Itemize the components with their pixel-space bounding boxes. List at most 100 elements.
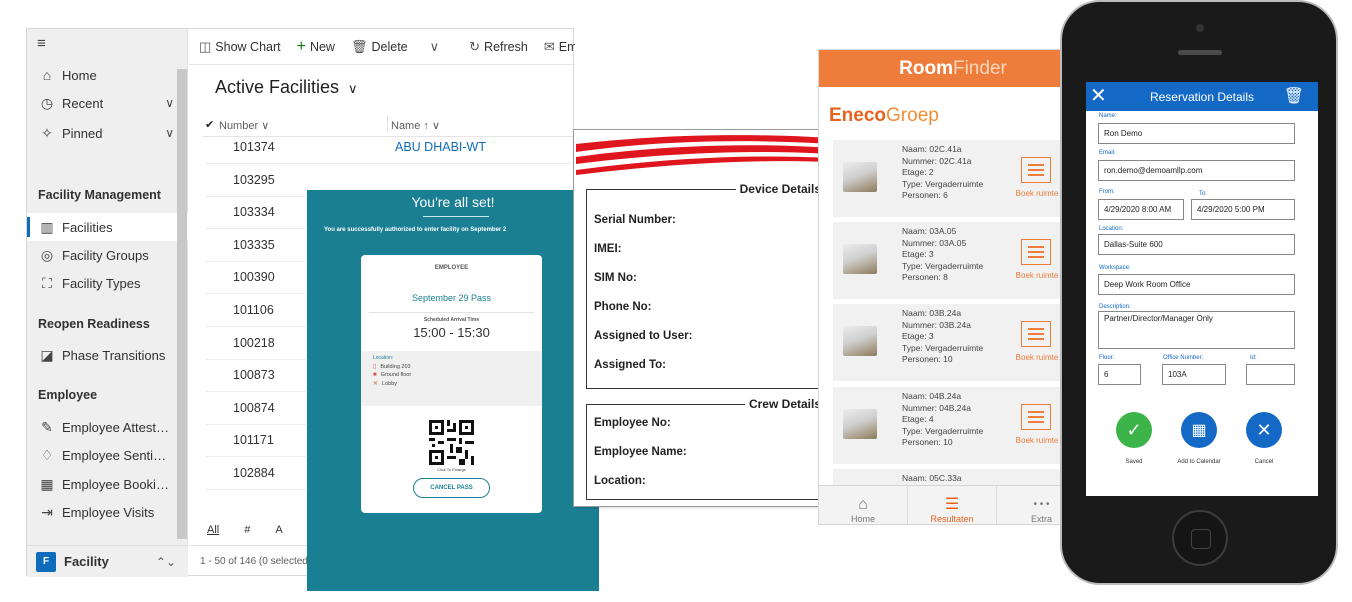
scheduled-arrival: Scheduled Arrival Time 15:00 - 15:30 [369, 312, 534, 348]
facility-number: 103295 [233, 172, 275, 187]
new-button[interactable]: + New [297, 38, 335, 56]
to-field[interactable]: 4/29/2020 5:00 PM [1191, 199, 1295, 220]
sidebar-item-home[interactable]: ⌂ Home [27, 61, 188, 89]
location-item: ✕ Lobby [373, 380, 542, 388]
saved-button[interactable]: ✓ [1116, 412, 1152, 448]
room-card[interactable]: Naam: 04B.24a Nummer: 04B.24a Etage: 4 Type… [833, 387, 1085, 464]
room-personen: Personen: 10 [902, 437, 953, 447]
thumbs-up-icon: ♢ [40, 446, 54, 463]
button-label: Show Chart [215, 39, 281, 54]
company-name-a: Eneco [829, 105, 887, 126]
jump-hash[interactable]: # [244, 524, 250, 536]
sidebar-item-employee-attestations[interactable]: ✎ Employee Attestat... [27, 413, 188, 441]
delete-button[interactable]: 🗑 Delete [351, 39, 408, 55]
attest-icon: ✎ [41, 418, 53, 435]
clock-icon: ◷ [40, 94, 54, 111]
click-to-enlarge-hint: Click To Enlarge [437, 467, 466, 472]
table-row[interactable]: 101374 ABU DHABI-WT [205, 131, 575, 164]
header-swoosh [576, 135, 830, 175]
select-all-checkbox[interactable]: ✔ [205, 118, 214, 131]
hamburger-menu-icon[interactable]: ≡ [37, 35, 46, 52]
sidebar-item-facility-types[interactable]: ⛶ Facility Types [27, 269, 188, 297]
room-thumbnail [843, 326, 877, 356]
cancel-pass-button[interactable]: CANCEL PASS [413, 478, 490, 498]
jump-a[interactable]: A [275, 524, 282, 536]
record-count: 1 - 50 of 146 (0 selected) [200, 556, 312, 567]
workspace-field[interactable]: Deep Work Room Office [1098, 274, 1295, 295]
phone-frame: ✕ Reservation Details 🗑 Name: Ron Demo E… [1060, 0, 1338, 585]
tab-resultaten[interactable]: ☰ Resultaten [908, 486, 997, 524]
sidebar-item-label: Home [62, 67, 97, 83]
bottom-tab-bar: ⌂ Home ☰ Resultaten • • • Extra [819, 485, 1085, 524]
pass-subtitle: You are successfully authorized to enter… [324, 227, 507, 233]
chevron-down-icon[interactable]: ∨ [165, 96, 174, 110]
scheduled-label: Scheduled Arrival Time [423, 317, 480, 323]
sidebar-item-phase-transitions[interactable]: ◪ Phase Transitions [27, 341, 188, 369]
chevron-down-icon: ∨ [429, 38, 440, 54]
sidebar-item-recent[interactable]: ◷ Recent ∨ [27, 89, 188, 117]
location-text: Building 203 [380, 363, 411, 370]
home-button[interactable] [1172, 510, 1228, 566]
divider [423, 216, 489, 217]
book-room-icon[interactable] [1021, 321, 1051, 347]
sidebar-item-label: Employee Sentime... [62, 447, 174, 463]
room-card[interactable]: Naam: 03A.05 Nummer: 03A.05 Etage: 3 Type: … [833, 222, 1085, 299]
up-down-chevron-icon[interactable]: ⌃⌄ [156, 555, 176, 569]
from-field[interactable]: 4/29/2020 8:00 AM [1098, 199, 1184, 220]
area-switcher[interactable]: F Facility ⌃⌄ [27, 545, 188, 577]
button-label: Ema [558, 39, 575, 54]
refresh-icon: ↻ [469, 38, 481, 54]
trash-icon[interactable]: 🗑 [1284, 86, 1304, 106]
sidebar-item-label: Employee Attestat... [62, 419, 174, 435]
book-room-icon[interactable] [1021, 157, 1051, 183]
sidebar-item-employee-bookings[interactable]: ▦ Employee Bookings [27, 470, 188, 498]
room-thumbnail [843, 409, 877, 439]
floor-field[interactable]: 6 [1098, 364, 1141, 385]
qr-code[interactable] [429, 420, 474, 465]
home-icon: ⌂ [42, 67, 52, 83]
room-naam: Naam: 03A.05 [902, 226, 957, 236]
room-card[interactable]: Naam: 02C.41a Nummer: 02C.41a Etage: 2 Type… [833, 140, 1085, 217]
types-icon: ⛶ [42, 274, 52, 291]
sidebar-group-title: Employee [38, 388, 98, 402]
room-etage: Etage: 2 [902, 167, 934, 177]
name-label: Name: [1099, 113, 1117, 119]
serial-number-label: Serial Number: [594, 214, 676, 226]
show-chart-button[interactable]: ◫ Show Chart [199, 39, 281, 55]
email-field[interactable]: ron.demo@demoamllp.com [1098, 160, 1295, 181]
sidebar-item-employee-visits[interactable]: ⇥ Employee Visits [27, 498, 188, 526]
add-to-calendar-label: Add to Calendar [1177, 459, 1221, 465]
book-room-icon[interactable] [1021, 239, 1051, 265]
facility-name-link[interactable]: ABU DHABI-WT [395, 140, 486, 154]
area-icon: ✕ [373, 381, 379, 387]
crew-details-title: Crew Details [744, 397, 823, 411]
sidebar-item-facilities[interactable]: ▥ Facilities [27, 213, 188, 241]
employee-no-label: Employee No: [594, 417, 671, 429]
cancel-button[interactable]: ✕ [1246, 412, 1282, 448]
to-label: To: [1199, 191, 1208, 197]
room-etage: Etage: 4 [902, 414, 934, 424]
room-card[interactable]: Naam: 03B.24a Nummer: 03B.24a Etage: 3 Type… [833, 304, 1085, 381]
book-room-icon[interactable] [1021, 404, 1051, 430]
email-link-button[interactable]: ✉Ema [544, 39, 575, 55]
id-label: Id: [1250, 355, 1257, 361]
sidebar-item-facility-groups[interactable]: ◎ Facility Groups [27, 241, 188, 269]
refresh-button[interactable]: ↻ Refresh [469, 39, 528, 55]
room-type: Type: Vergaderruimte [902, 342, 984, 353]
chevron-down-icon[interactable]: ∨ [165, 126, 174, 140]
more-commands-dropdown[interactable]: ∨ [430, 39, 444, 55]
view-selector[interactable]: Active Facilities ∨ [215, 77, 358, 98]
office-number-field[interactable]: 103A [1162, 364, 1226, 385]
location-field[interactable]: Dallas-Suite 600 [1098, 234, 1295, 255]
id-field[interactable] [1246, 364, 1295, 385]
jump-all[interactable]: All [207, 524, 219, 536]
description-field[interactable]: Partner/Director/Manager Only [1098, 311, 1295, 349]
tab-home[interactable]: ⌂ Home [819, 486, 908, 524]
room-etage: Etage: 3 [902, 249, 934, 259]
sidebar-scrollbar[interactable] [177, 69, 187, 539]
sidebar-item-employee-sentiments[interactable]: ♢ Employee Sentime... [27, 441, 188, 469]
sidebar-item-pinned[interactable]: ✧ Pinned ∨ [27, 119, 188, 147]
add-to-calendar-button[interactable]: ▦ [1181, 412, 1217, 448]
room-naam: Naam: 05C.33a [902, 473, 962, 483]
name-field[interactable]: Ron Demo [1098, 123, 1295, 144]
